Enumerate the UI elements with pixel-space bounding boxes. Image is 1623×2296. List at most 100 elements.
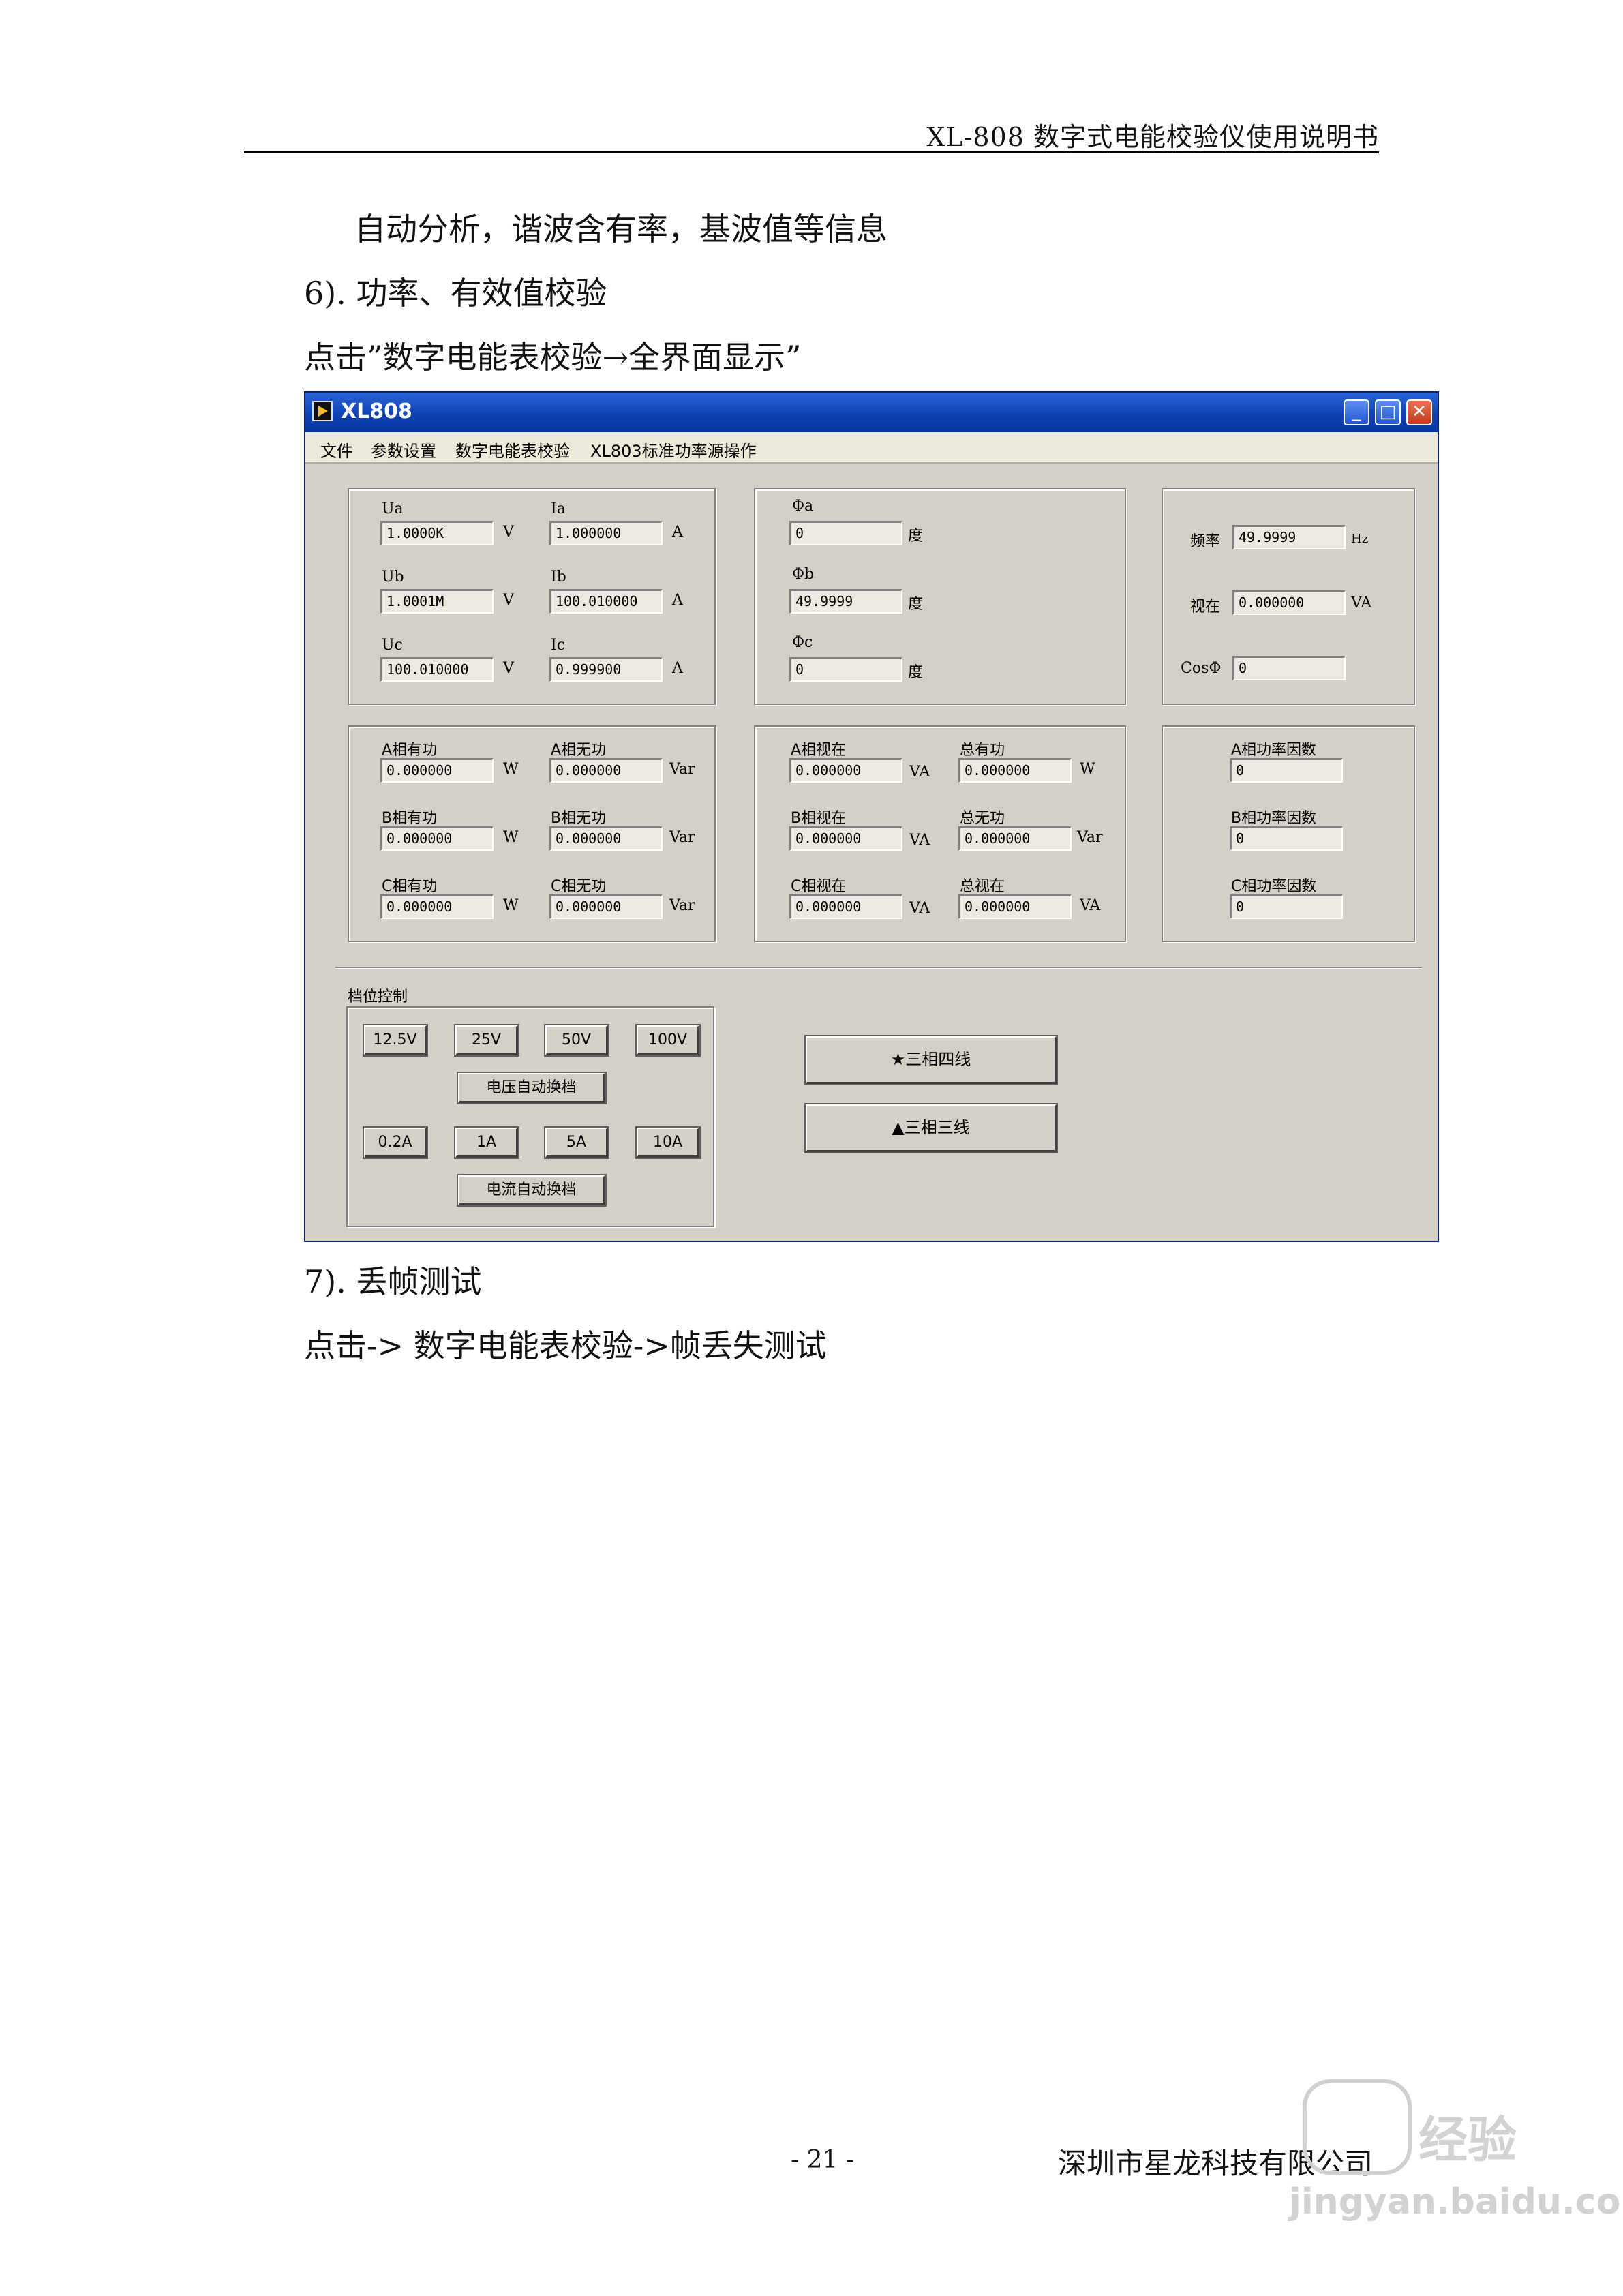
header-rule: [244, 151, 1379, 153]
ia-unit: A: [672, 524, 683, 541]
a-reactive-label: A相无功: [551, 742, 607, 759]
phase-angle-group: Φa 0 度 Φb 49.9999 度 Φc 0 度: [754, 488, 1126, 705]
ub-label: Ub: [382, 569, 404, 586]
range-control-group: 12.5V 25V 50V 100V 电压自动换档 0.2A 1A 5A 10A…: [346, 1006, 714, 1227]
section-heading-power: 6). 功率、有效值校验: [304, 275, 607, 312]
c-apparent-field[interactable]: 0.000000: [789, 894, 902, 919]
c-reactive-field[interactable]: 0.000000: [549, 894, 663, 919]
a-reactive-unit: Var: [669, 761, 695, 778]
range-50v-button[interactable]: 50V: [544, 1024, 609, 1057]
ua-label: Ua: [382, 500, 404, 517]
total-active-unit: W: [1080, 761, 1095, 778]
a-pf-label: A相功率因数: [1231, 742, 1317, 759]
a-apparent-field[interactable]: 0.000000: [789, 758, 902, 783]
total-apparent-unit: VA: [1080, 897, 1101, 914]
power-group: A相有功 0.000000 W A相无功 0.000000 Var B相有功 0…: [348, 725, 716, 942]
phase-c-label: Φc: [792, 634, 813, 651]
b-active-unit: W: [503, 829, 519, 846]
ia-label: Ia: [551, 500, 566, 517]
baidu-watermark: 经验 jingyan.baidu.com: [1289, 2072, 1623, 2243]
ub-field[interactable]: 1.0001M: [380, 589, 494, 614]
uc-field[interactable]: 100.010000: [380, 657, 494, 682]
close-button[interactable]: ✕: [1406, 399, 1432, 425]
watermark-url: jingyan.baidu.com: [1289, 2181, 1623, 2222]
apparent-unit: VA: [1351, 594, 1372, 611]
phase-a-field[interactable]: 0: [789, 521, 902, 545]
total-apparent-field[interactable]: 0.000000: [958, 894, 1072, 919]
ia-field[interactable]: 1.000000: [549, 521, 663, 545]
ua-unit: V: [503, 524, 514, 541]
a-reactive-field[interactable]: 0.000000: [549, 758, 663, 783]
b-active-field[interactable]: 0.000000: [380, 826, 494, 851]
cos-phi-field[interactable]: 0: [1232, 656, 1346, 680]
frequency-unit: Hz: [1351, 532, 1369, 546]
phase-b-field[interactable]: 49.9999: [789, 589, 902, 614]
document-header-title: XL-808 数字式电能校验仪使用说明书: [926, 122, 1379, 152]
range-0-2a-button[interactable]: 0.2A: [363, 1126, 428, 1159]
menu-file[interactable]: 文件: [320, 438, 353, 462]
apparent-total-group: A相视在 0.000000 VA 总有功 0.000000 W B相视在 0.0…: [754, 725, 1126, 942]
ib-field[interactable]: 100.010000: [549, 589, 663, 614]
range-control-title: 档位控制: [348, 988, 408, 1006]
c-active-label: C相有功: [382, 878, 438, 895]
c-pf-label: C相功率因数: [1231, 878, 1317, 895]
range-5a-button[interactable]: 5A: [544, 1126, 609, 1159]
watermark-brand: 经验: [1419, 2111, 1517, 2169]
phase-b-unit: 度: [908, 596, 924, 613]
phase-b-label: Φb: [792, 566, 815, 583]
current-auto-range-button[interactable]: 电流自动换档: [457, 1174, 607, 1207]
range-100v-button[interactable]: 100V: [635, 1024, 701, 1057]
page-number: - 21 -: [791, 2146, 855, 2174]
voltage-current-group: Ua 1.0000K V Ia 1.000000 A Ub 1.0001M V …: [348, 488, 716, 705]
frequency-field[interactable]: 49.9999: [1232, 525, 1346, 549]
range-25v-button[interactable]: 25V: [454, 1024, 519, 1057]
window-title: XL808: [341, 399, 412, 423]
a-active-field[interactable]: 0.000000: [380, 758, 494, 783]
b-reactive-field[interactable]: 0.000000: [549, 826, 663, 851]
paragraph-analysis: 自动分析，谐波含有率，基波值等信息: [354, 211, 888, 247]
phase-c-field[interactable]: 0: [789, 657, 902, 682]
menu-meter-check[interactable]: 数字电能表校验: [455, 438, 570, 462]
c-active-unit: W: [503, 897, 519, 914]
c-apparent-label: C相视在: [791, 878, 847, 895]
phase-a-unit: 度: [908, 528, 924, 545]
c-active-field[interactable]: 0.000000: [380, 894, 494, 919]
b-apparent-unit: VA: [909, 832, 930, 849]
section-heading-frame-loss: 7). 丢帧测试: [304, 1263, 482, 1300]
frequency-group: 频率 49.9999 Hz 视在 0.000000 VA CosΦ 0: [1162, 488, 1415, 705]
apparent-field[interactable]: 0.000000: [1232, 590, 1346, 615]
cos-phi-label: CosΦ: [1181, 660, 1222, 677]
three-phase-four-wire-button[interactable]: ★三相四线: [804, 1035, 1058, 1085]
phase-c-unit: 度: [908, 664, 924, 681]
three-phase-three-wire-button[interactable]: ▲三相三线: [804, 1103, 1058, 1153]
range-10a-button[interactable]: 10A: [635, 1126, 701, 1159]
ic-field[interactable]: 0.999900: [549, 657, 663, 682]
ua-field[interactable]: 1.0000K: [380, 521, 494, 545]
a-pf-field[interactable]: 0: [1230, 758, 1343, 783]
total-active-field[interactable]: 0.000000: [958, 758, 1072, 783]
c-reactive-label: C相无功: [551, 878, 607, 895]
c-pf-field[interactable]: 0: [1230, 894, 1343, 919]
b-apparent-field[interactable]: 0.000000: [789, 826, 902, 851]
ib-label: Ib: [551, 569, 566, 586]
b-pf-field[interactable]: 0: [1230, 826, 1343, 851]
c-apparent-unit: VA: [909, 900, 930, 917]
minimize-button[interactable]: _: [1344, 399, 1369, 425]
total-reactive-field[interactable]: 0.000000: [958, 826, 1072, 851]
maximize-button[interactable]: □: [1375, 399, 1401, 425]
total-reactive-unit: Var: [1077, 829, 1103, 846]
menu-bar: 文件 参数设置 数字电能表校验 XL803标准功率源操作: [305, 432, 1438, 464]
b-apparent-label: B相视在: [791, 810, 847, 827]
a-apparent-unit: VA: [909, 764, 930, 781]
section-separator: [335, 967, 1422, 969]
range-12-5v-button[interactable]: 12.5V: [363, 1024, 428, 1057]
menu-params[interactable]: 参数设置: [371, 438, 436, 462]
voltage-auto-range-button[interactable]: 电压自动换档: [457, 1072, 607, 1104]
menu-power-source[interactable]: XL803标准功率源操作: [590, 438, 757, 462]
range-1a-button[interactable]: 1A: [454, 1126, 519, 1159]
apparent-label: 视在: [1190, 599, 1221, 616]
uc-label: Uc: [382, 637, 403, 654]
client-area: Ua 1.0000K V Ia 1.000000 A Ub 1.0001M V …: [305, 464, 1438, 1241]
b-reactive-unit: Var: [669, 829, 695, 846]
title-bar: XL808 _ □ ✕: [305, 393, 1438, 432]
